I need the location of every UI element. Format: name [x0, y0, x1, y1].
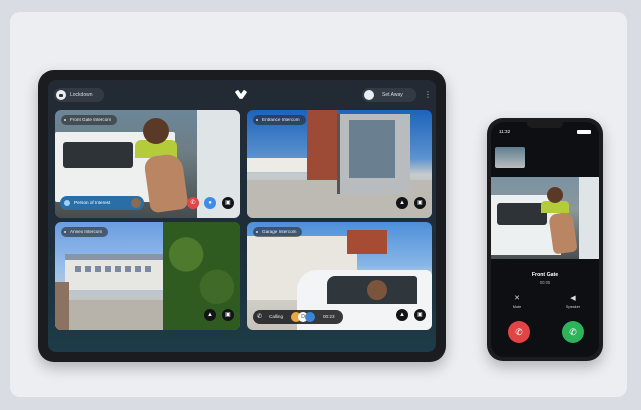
background-frame: Lockdown Set Away ⋮ Front Gate Intercom …	[0, 0, 641, 410]
person-of-interest-label: Person of Interest	[74, 200, 111, 205]
set-away-label: Set Away	[382, 92, 403, 98]
camera-label: Front Gate Intercom	[61, 115, 118, 125]
set-away-button[interactable]: Set Away	[362, 88, 416, 102]
lockdown-label: Lockdown	[70, 92, 93, 98]
logo-icon	[234, 89, 248, 99]
person-of-interest-badge[interactable]: Person of Interest	[60, 196, 144, 210]
phone-device: 11:32 Front Gate 00:05 ✕ Mute ◀ Speaker …	[487, 118, 603, 361]
mute-icon: ✕	[514, 295, 520, 302]
phone-icon: ✆	[257, 314, 263, 320]
microphone-icon[interactable]: ●	[204, 197, 216, 209]
calling-timer: 00:23	[323, 314, 335, 319]
lockdown-button[interactable]: Lockdown	[54, 88, 104, 102]
siren-icon[interactable]: ▲	[204, 309, 216, 321]
camera-tile-annex[interactable]: Annex Intercom ▲ ▣	[55, 222, 240, 330]
avatar	[305, 312, 315, 322]
lock-icon[interactable]: ▣	[222, 309, 234, 321]
camera-tile-entrance[interactable]: Entrance Intercom ▲ ▣	[247, 110, 432, 218]
camera-tile-garage[interactable]: Garage Intercom ✆ Calling D 00:23 ▲ ▣	[247, 222, 432, 330]
mute-label: Mute	[512, 305, 522, 309]
camera-label: Garage Intercom	[253, 227, 303, 237]
siren-icon[interactable]: ▲	[396, 197, 408, 209]
calling-status[interactable]: ✆ Calling D 00:23	[253, 310, 343, 324]
self-view-thumbnail[interactable]	[495, 147, 525, 168]
lock-icon[interactable]: ▣	[414, 309, 426, 321]
kebab-icon[interactable]: ⋮	[424, 89, 432, 101]
phone-screen: 11:32 Front Gate 00:05 ✕ Mute ◀ Speaker …	[491, 122, 599, 357]
call-timer: 00:05	[539, 280, 551, 285]
mute-button[interactable]: ✕ Mute	[507, 294, 527, 310]
camera-label: Annex Intercom	[61, 227, 109, 237]
speaker-button[interactable]: ◀ Speaker	[563, 294, 583, 310]
phone-answer-icon[interactable]: ✆	[562, 321, 584, 343]
phone-camera-feed	[491, 177, 599, 259]
speaker-icon: ◀	[570, 295, 576, 302]
caller-name: Front Gate	[531, 272, 559, 278]
calling-label: Calling	[269, 314, 284, 319]
camera-tile-front-gate[interactable]: Front Gate Intercom Person of Interest ✆…	[55, 110, 240, 218]
lock-icon[interactable]: ▣	[222, 197, 234, 209]
tablet-device: Lockdown Set Away ⋮ Front Gate Intercom …	[38, 70, 446, 362]
avatar	[131, 198, 141, 208]
phone-hangup-icon[interactable]: ✆	[508, 321, 530, 343]
phone-hangup-icon[interactable]: ✆	[187, 197, 199, 209]
siren-icon[interactable]: ▲	[396, 309, 408, 321]
battery-icon	[577, 130, 591, 134]
tablet-topbar: Lockdown Set Away ⋮	[48, 80, 436, 106]
tablet-screen: Lockdown Set Away ⋮ Front Gate Intercom …	[48, 80, 436, 352]
status-time: 11:32	[499, 129, 511, 134]
camera-label: Entrance Intercom	[253, 115, 306, 125]
lock-icon[interactable]: ▣	[414, 197, 426, 209]
lock-icon	[56, 90, 66, 100]
shield-icon	[364, 90, 374, 100]
speaker-label: Speaker	[565, 305, 581, 309]
